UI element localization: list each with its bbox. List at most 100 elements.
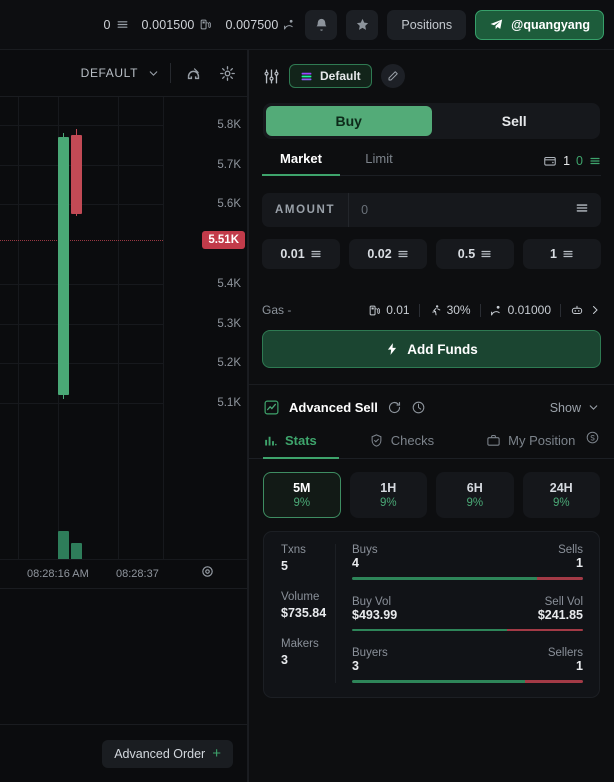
candlestick-chart[interactable]: 5.8K 5.7K 5.6K 5.4K 5.3K 5.2K 5.1K 5.51K — [0, 97, 247, 559]
tab-checks-label: Checks — [390, 433, 435, 448]
stat-makers-value: 3 — [281, 653, 288, 667]
robot-icon — [571, 305, 583, 314]
timeframe-24h-pct: 9% — [552, 497, 570, 509]
gas-label: Gas - — [262, 303, 292, 317]
stat-makers-label: Makers — [281, 638, 319, 650]
chart-preset-dropdown[interactable]: DEFAULT — [81, 66, 160, 80]
user-account-button[interactable]: @quangyang — [475, 9, 604, 40]
positions-button[interactable]: Positions — [387, 9, 467, 40]
timeframe-5m[interactable]: 5M 9% — [263, 472, 341, 518]
tip-icon — [490, 305, 500, 315]
amount-input[interactable] — [349, 203, 563, 217]
gas-fee-item[interactable]: 0.01 — [368, 303, 410, 317]
stack-icon — [576, 203, 588, 212]
edit-preset-button[interactable] — [380, 64, 405, 88]
add-funds-button[interactable]: Add Funds — [262, 330, 601, 368]
chevron-right-icon — [593, 306, 598, 314]
amount-preset-0-value: 0.01 — [280, 247, 305, 261]
timeframe-5m-pct: 9% — [293, 497, 311, 509]
buys-sells-ratio-bar — [352, 577, 583, 580]
traders-ratio-bar — [352, 680, 583, 683]
stats-tabs: Stats Checks My Position — [249, 430, 614, 459]
target-icon — [202, 565, 213, 577]
tab-limit[interactable]: Limit — [340, 151, 418, 175]
gas-pump-icon — [201, 19, 212, 30]
tab-market[interactable]: Market — [262, 151, 340, 175]
tab-my-position[interactable]: My Position — [486, 433, 575, 458]
stack-icon — [590, 157, 600, 165]
trade-settings-button[interactable] — [263, 68, 280, 85]
tip-value: 0.01000 — [507, 303, 551, 317]
chart-header-divider — [170, 63, 171, 83]
gas-divider-3 — [560, 303, 561, 317]
stats-refresh-button[interactable] — [585, 430, 600, 458]
solana-stack-icon — [301, 72, 312, 80]
advanced-sell-section: Advanced Sell Show — [249, 384, 614, 430]
amount-preset-3[interactable]: 1 — [523, 239, 601, 269]
sell-vol-label: Sell Vol — [544, 595, 583, 608]
sellers-label: Sellers — [547, 647, 583, 659]
gas-settings-row: Gas - 0.01 30% 0.01000 — [262, 303, 601, 317]
advanced-order-button[interactable]: Advanced Order + — [102, 739, 233, 768]
tab-my-position-label: My Position — [508, 433, 576, 448]
metric-balance: 0 — [103, 18, 128, 32]
ratio-buy-segment — [352, 628, 507, 631]
current-price-line — [0, 240, 163, 242]
chart-gridline-vertical — [118, 97, 119, 559]
timeframe-selector: 5M 9% 1H 9% 6H 9% 24H 9% — [263, 472, 600, 518]
top-bar: 0 0.001500 0.007500 Positions @quangyang — [0, 0, 614, 50]
volume-ratio-bar — [352, 628, 583, 631]
metric-tip-value: 0.007500 — [225, 17, 279, 32]
buy-button[interactable]: Buy — [266, 106, 432, 136]
timeframe-6h[interactable]: 6H 9% — [436, 472, 514, 518]
stack-icon — [398, 250, 408, 258]
bell-icon — [316, 18, 327, 31]
sell-button[interactable]: Sell — [432, 106, 598, 136]
wallet-icon — [544, 156, 556, 166]
auto-bot-button[interactable] — [570, 303, 601, 317]
gas-divider-2 — [479, 303, 481, 317]
amount-unit-button[interactable] — [563, 201, 601, 220]
wallet-count: 1 — [563, 154, 571, 168]
candle-body — [58, 136, 69, 396]
speedometer-icon[interactable] — [411, 400, 426, 415]
amount-field-row: AMOUNT — [262, 193, 601, 227]
preset-chip-default[interactable]: Default — [289, 64, 372, 88]
buyers-value: 3 — [352, 659, 359, 673]
stat-group-volumes: Buy Vol Sell Vol $493.99 $241.85 — [352, 596, 583, 631]
stat-txns: Txns 5 — [281, 544, 335, 573]
magnet-button[interactable] — [181, 61, 205, 85]
advanced-order-label: Advanced Order — [114, 746, 206, 761]
chart-y-tick: 5.4K — [217, 277, 241, 290]
sellers-value: 1 — [576, 659, 583, 673]
buys-value: 4 — [352, 556, 359, 570]
tip-item[interactable]: 0.01000 — [490, 303, 551, 317]
positions-label: Positions — [401, 17, 453, 32]
refresh-icon[interactable] — [387, 400, 402, 415]
chart-recenter-button[interactable] — [200, 564, 215, 584]
amount-preset-0[interactable]: 0.01 — [262, 239, 340, 269]
favorites-button[interactable] — [346, 9, 379, 40]
notifications-button[interactable] — [305, 9, 338, 40]
sell-label: Sell — [501, 113, 527, 129]
amount-preset-2[interactable]: 0.5 — [436, 239, 514, 269]
tab-stats[interactable]: Stats — [263, 433, 317, 458]
advanced-sell-show-toggle[interactable]: Show — [550, 401, 600, 415]
buys-label: Buys — [352, 544, 378, 556]
chart-x-tick: 08:28:37 — [116, 567, 159, 580]
stack-icon — [481, 250, 491, 258]
wallet-indicator[interactable]: 1 0 — [543, 154, 601, 175]
timeframe-1h[interactable]: 1H 9% — [349, 472, 427, 518]
stat-group-labels: Buy Vol Sell Vol — [352, 596, 583, 608]
chart-settings-button[interactable] — [215, 61, 239, 85]
volume-bar — [71, 542, 82, 559]
chart-x-tick: 08:28:16 AM — [27, 567, 89, 580]
timeframe-24h[interactable]: 24H 9% — [522, 472, 600, 518]
ratio-buy-segment — [352, 680, 526, 683]
chart-y-tick: 5.6K — [217, 198, 241, 211]
slippage-item[interactable]: 30% — [429, 303, 471, 317]
stats-summary-column: Txns 5 Volume $735.84 Makers 3 — [264, 544, 336, 683]
amount-preset-1[interactable]: 0.02 — [349, 239, 427, 269]
tab-checks[interactable]: Checks — [369, 433, 434, 458]
bar-chart-icon — [265, 436, 277, 446]
